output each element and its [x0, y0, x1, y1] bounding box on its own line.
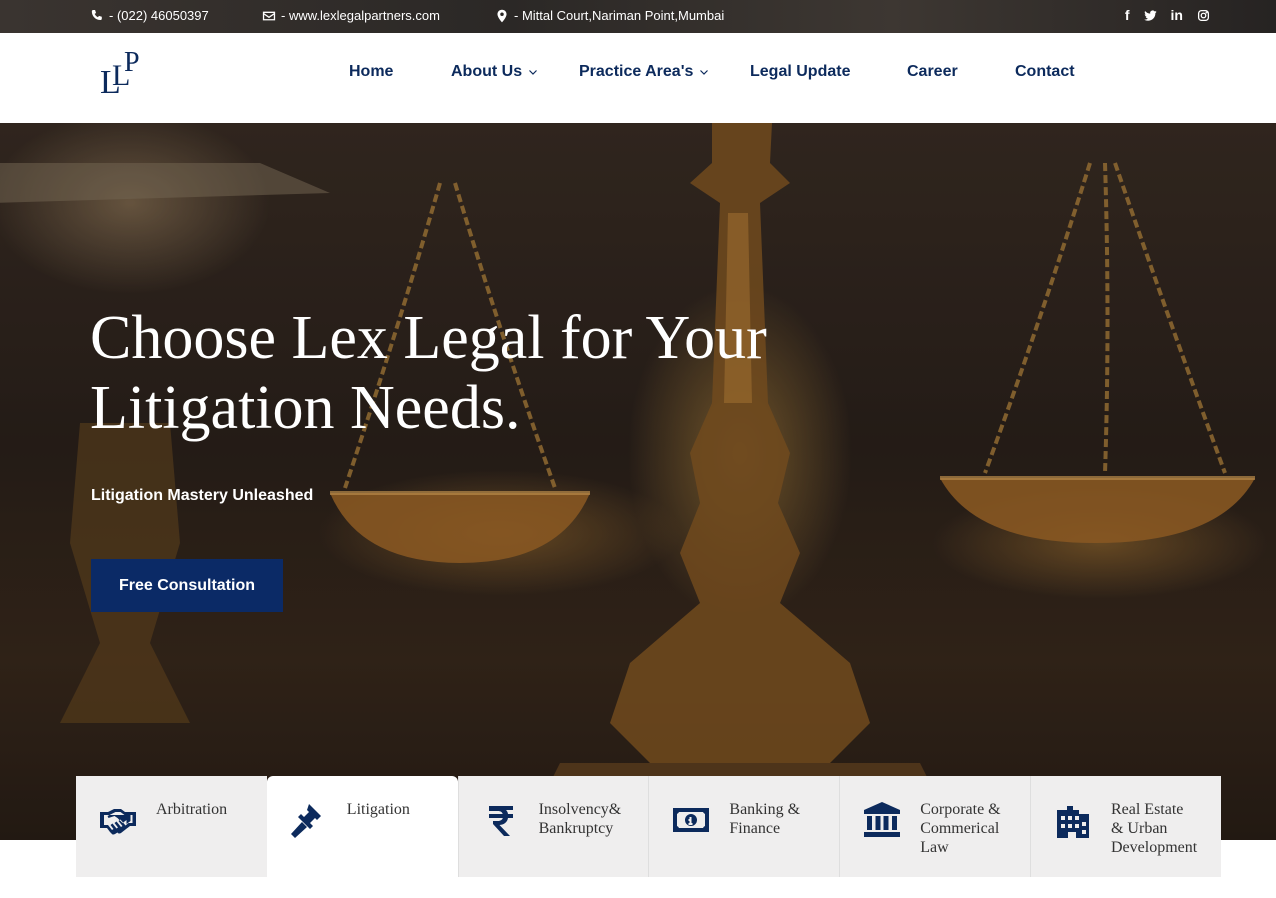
bank-building-icon [864, 802, 901, 837]
twitter-icon[interactable] [1143, 9, 1157, 22]
tab-arbitration[interactable]: Arbitration [76, 776, 267, 877]
tab-label: Real Estate & Urban Development [1110, 801, 1198, 856]
phone-icon [91, 9, 102, 20]
nav-contact-label: Contact [1015, 63, 1075, 80]
svg-text:P: P [124, 47, 140, 78]
website-url: - www.lexlegalpartners.com [281, 8, 440, 23]
nav-about-us[interactable]: About Us [451, 63, 538, 81]
nav-legal-update-label: Legal Update [750, 63, 851, 80]
free-consultation-button[interactable]: Free Consultation [91, 559, 283, 612]
nav-about-label: About Us [451, 63, 523, 80]
nav-career[interactable]: Career [907, 63, 958, 81]
linkedin-icon[interactable]: in [1171, 7, 1183, 23]
lex-legal-logo[interactable]: L L P [100, 43, 148, 97]
nav-home[interactable]: Home [349, 63, 393, 81]
hero-subtitle: Litigation Mastery Unleashed [91, 487, 314, 504]
main-navbar: L L P Home About Us Practice Area's Lega… [0, 33, 1276, 123]
nav-practice-areas[interactable]: Practice Area's [579, 63, 709, 81]
tab-label: Litigation [346, 801, 410, 818]
nav-contact[interactable]: Contact [1015, 63, 1075, 81]
chevron-down-icon [529, 70, 538, 75]
location-contact[interactable]: - Mittal Court,Nariman Point,Mumbai [495, 8, 724, 23]
tab-label: Banking & Finance [729, 801, 801, 837]
tab-banking-finance[interactable]: Banking & Finance [648, 776, 840, 877]
office-address: - Mittal Court,Nariman Point,Mumbai [514, 8, 725, 23]
city-buildings-icon [1056, 806, 1089, 838]
tab-label: Corporate & Commerical Law [920, 801, 1001, 856]
website-contact[interactable]: - www.lexlegalpartners.com [262, 8, 440, 23]
nav-career-label: Career [907, 63, 958, 80]
tab-real-estate-urban-development[interactable]: Real Estate & Urban Development [1029, 776, 1221, 877]
hero-title: Choose Lex Legal for Your Litigation Nee… [90, 304, 767, 442]
social-links: f in [1125, 7, 1210, 23]
tab-label: Arbitration [156, 801, 228, 818]
rupee-icon [488, 806, 513, 836]
handshake-icon [100, 809, 136, 835]
practice-area-tabs: Arbitration Litigation Insolvency& Bankr… [76, 776, 1221, 877]
nav-practice-label: Practice Area's [579, 63, 694, 80]
scales-of-justice-background [0, 123, 1276, 840]
nav-legal-update[interactable]: Legal Update [750, 63, 850, 81]
tab-corporate-commercial-law[interactable]: Corporate & Commerical Law [839, 776, 1030, 877]
chevron-down-icon [700, 70, 709, 75]
hero-banner: Choose Lex Legal for Your Litigation Nee… [0, 123, 1276, 840]
map-marker-icon [497, 9, 507, 22]
tab-label: Insolvency& Bankruptcy [538, 801, 622, 837]
facebook-icon[interactable]: f [1125, 7, 1130, 23]
instagram-icon[interactable] [1197, 9, 1210, 22]
envelope-icon [262, 11, 276, 20]
phone-contact[interactable]: - (022) 46050397 [90, 8, 209, 23]
top-info-bar: - (022) 46050397 - www.lexlegalpartners.… [0, 0, 1276, 33]
money-bill-icon [673, 808, 710, 832]
phone-number: - (022) 46050397 [109, 8, 209, 23]
gavel-icon [290, 804, 321, 838]
tab-insolvency-bankruptcy[interactable]: Insolvency& Bankruptcy [457, 776, 649, 877]
tab-litigation[interactable]: Litigation [266, 776, 458, 877]
nav-home-label: Home [349, 63, 394, 80]
